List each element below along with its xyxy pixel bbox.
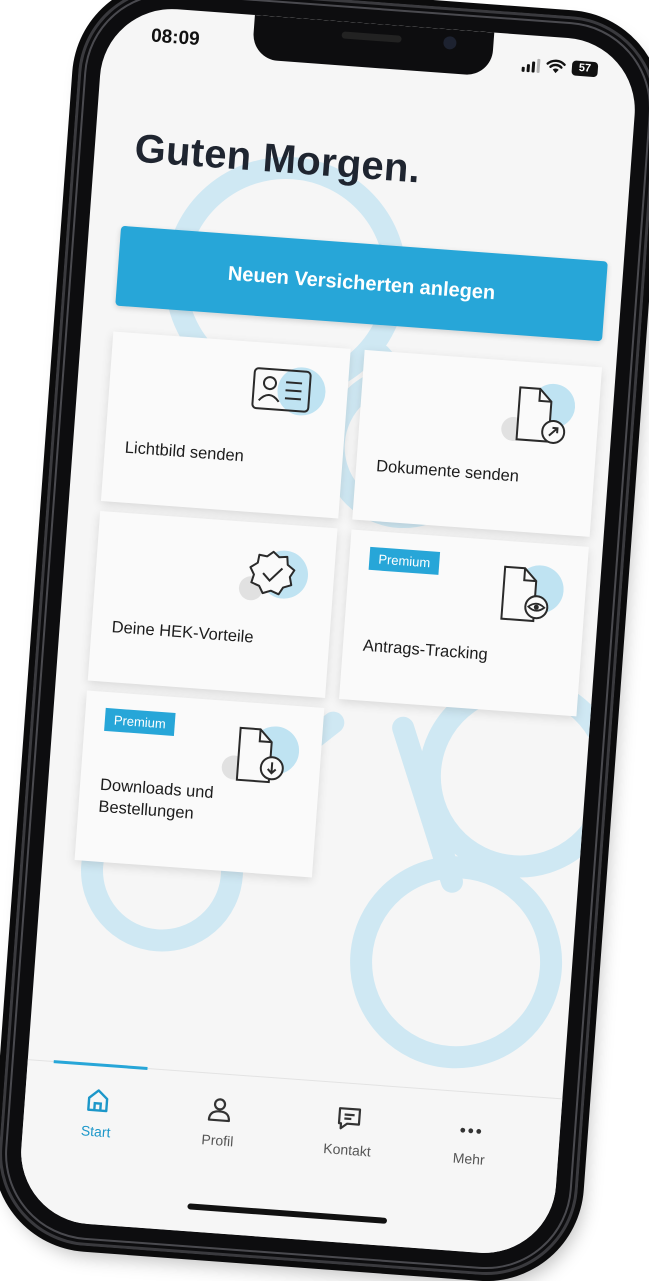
- nav-item-start[interactable]: Start: [40, 1083, 154, 1143]
- tile-downloads-bestellungen[interactable]: Premium Downloads und Bestellungen: [74, 690, 325, 878]
- tile-lichtbild-senden[interactable]: Lichtbild senden: [100, 331, 351, 519]
- battery-icon: 57: [571, 60, 599, 78]
- tile-dokumente-senden[interactable]: Dokumente senden: [352, 349, 603, 537]
- chat-icon: [337, 1107, 362, 1130]
- home-icon: [87, 1089, 109, 1113]
- person-icon: [207, 1098, 230, 1123]
- app-screen: 08:09 57 Guten Morgen. Neuen Versicherte…: [16, 4, 640, 1258]
- tile-label: Deine HEK-Vorteile: [111, 618, 255, 647]
- phone-frame: 08:09 57 Guten Morgen. Neuen Versicherte…: [0, 0, 649, 1281]
- premium-badge: Premium: [104, 707, 176, 736]
- document-send-icon: [501, 383, 576, 444]
- tile-label: Antrags-Tracking: [362, 636, 489, 664]
- tile-label: Lichtbild senden: [124, 438, 245, 466]
- stage: 08:09 57 Guten Morgen. Neuen Versicherte…: [0, 0, 649, 1281]
- status-time: 08:09: [150, 25, 201, 50]
- front-camera: [442, 35, 457, 50]
- verified-badge-icon: [238, 550, 309, 601]
- nav-label: Profil: [200, 1131, 234, 1150]
- speaker-grille: [341, 31, 402, 43]
- id-card-icon: [251, 367, 326, 416]
- wifi-icon: [546, 59, 566, 74]
- nav-label: Kontakt: [322, 1140, 372, 1160]
- nav-item-mehr[interactable]: Mehr: [413, 1111, 527, 1171]
- tile-hek-vorteile[interactable]: Deine HEK-Vorteile: [87, 510, 338, 698]
- more-dots-icon: [460, 1127, 482, 1134]
- document-eye-icon: [500, 565, 564, 623]
- nav-label: Start: [80, 1122, 112, 1141]
- nav-label: Mehr: [452, 1149, 486, 1168]
- premium-badge: Premium: [368, 546, 441, 575]
- signal-bars-icon: [521, 57, 541, 73]
- tile-antrags-tracking[interactable]: Premium Antrags-Tracking: [339, 529, 589, 717]
- home-indicator[interactable]: [187, 1203, 388, 1224]
- tile-label: Dokumente senden: [375, 457, 520, 486]
- nav-item-kontakt[interactable]: Kontakt: [292, 1102, 406, 1162]
- nav-item-profil[interactable]: Profil: [162, 1092, 276, 1152]
